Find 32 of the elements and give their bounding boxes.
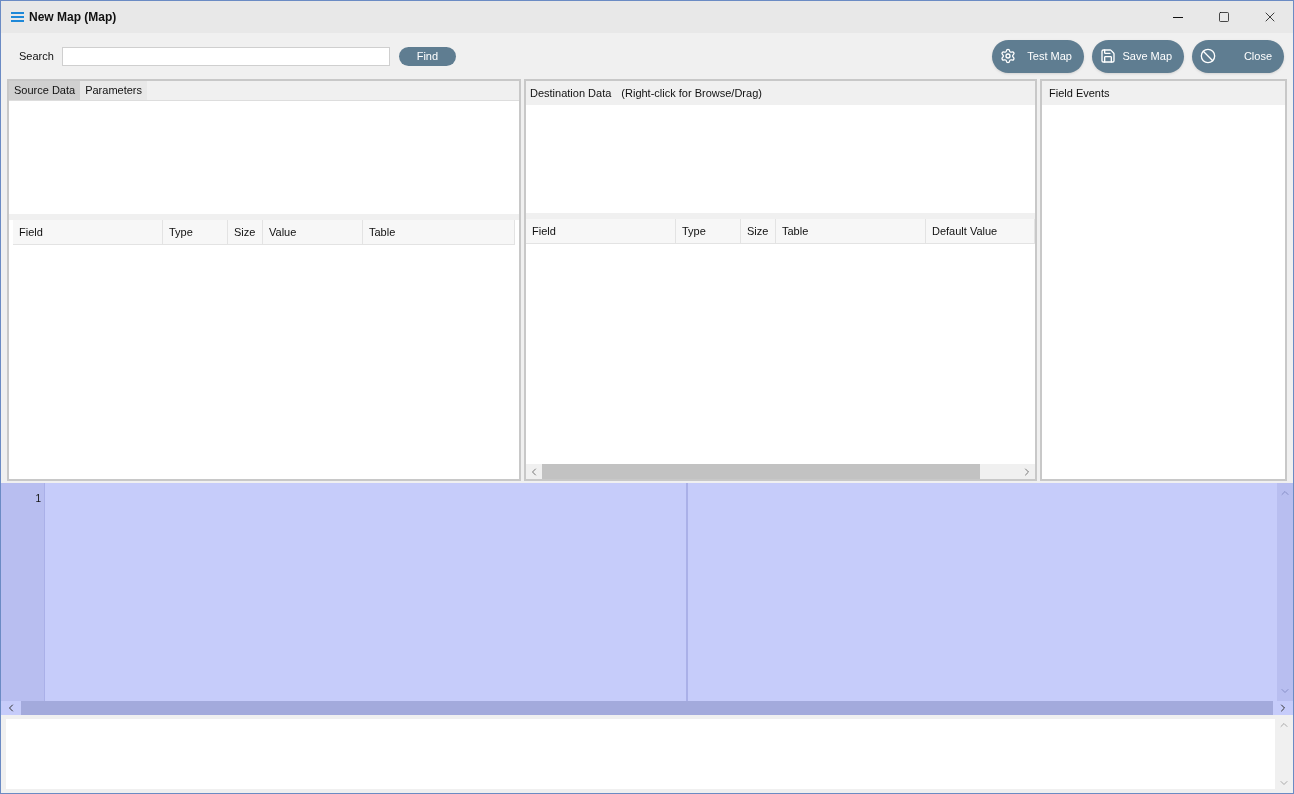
save-icon xyxy=(1100,48,1116,64)
column-header[interactable]: Size xyxy=(228,220,263,244)
prohibited-icon xyxy=(1200,48,1216,64)
save-button[interactable]: Save Map xyxy=(1092,39,1184,73)
line-number: 1 xyxy=(35,492,41,506)
column-header[interactable]: Table xyxy=(776,219,926,243)
minimize-icon xyxy=(1173,16,1183,18)
find-button[interactable]: Find xyxy=(398,46,456,66)
column-header[interactable]: Field xyxy=(13,220,163,244)
gear-icon xyxy=(1000,48,1016,64)
test-button[interactable]: Test Map xyxy=(992,39,1084,73)
panel-title: Destination Data xyxy=(530,85,612,101)
column-header[interactable]: Field xyxy=(526,219,676,243)
search-label: Search xyxy=(19,48,54,64)
menu-icon xyxy=(11,12,24,22)
column-header[interactable]: Type xyxy=(163,220,228,244)
column-header[interactable]: Type xyxy=(676,219,741,243)
maximize-icon xyxy=(1218,11,1230,23)
column-header[interactable]: Default Value xyxy=(926,219,1035,243)
panel-hint: (Right-click for Browse/Drag) xyxy=(621,85,762,101)
panel-tab[interactable]: Source Data xyxy=(9,81,81,100)
search-field[interactable] xyxy=(61,46,390,66)
column-header[interactable]: Table xyxy=(363,220,515,244)
panel-tab[interactable]: Parameters xyxy=(80,81,147,100)
column-header[interactable]: Size xyxy=(741,219,776,243)
column-header[interactable]: Value xyxy=(263,220,363,244)
vertical-scrollbar[interactable] xyxy=(1277,483,1293,701)
code-editor[interactable]: 1 xyxy=(1,483,1293,715)
panel-title: Field Events xyxy=(1049,85,1110,101)
window-title: New Map (Map) xyxy=(29,9,117,26)
close-button[interactable]: Close xyxy=(1192,39,1284,73)
horizontal-scrollbar[interactable] xyxy=(526,464,1035,479)
